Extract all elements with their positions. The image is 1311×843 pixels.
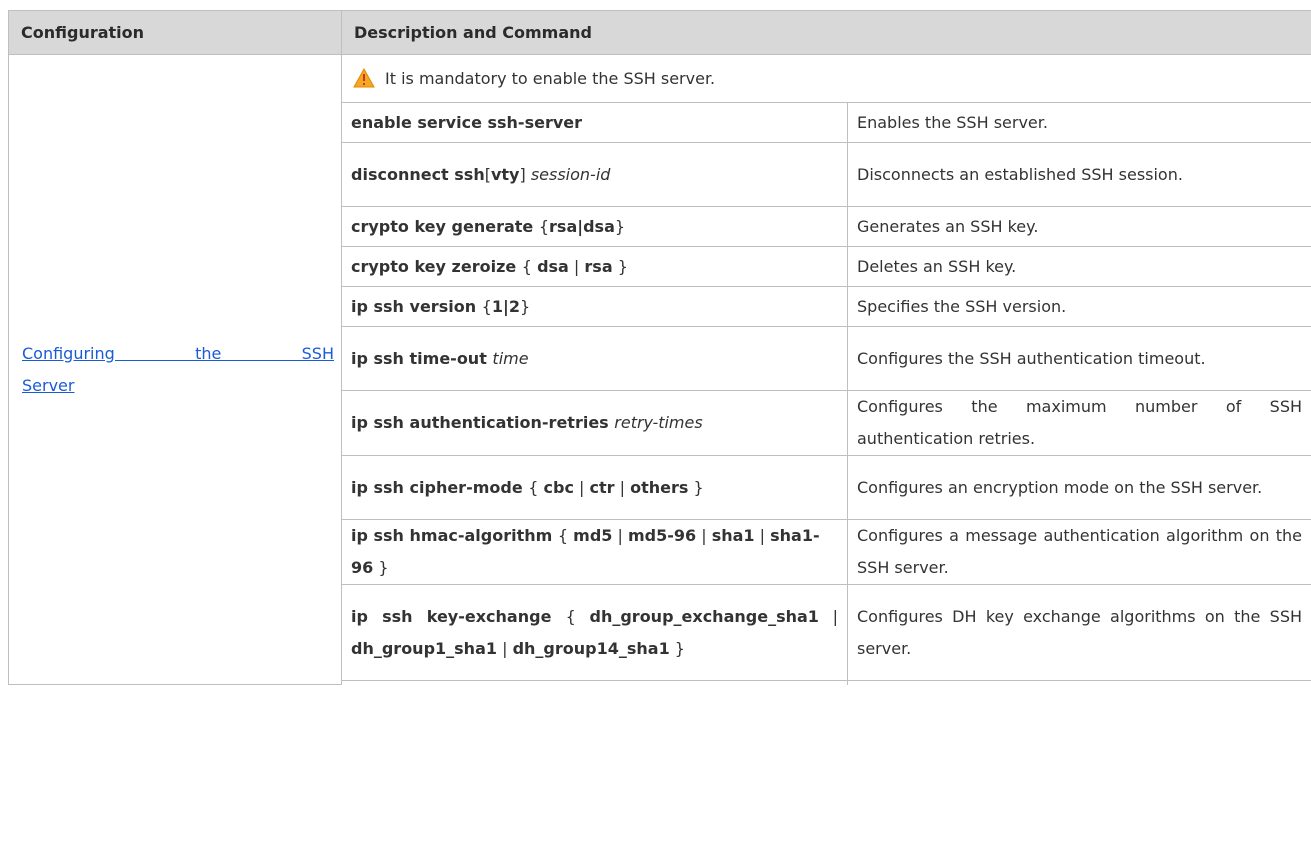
spacer-cell [846, 680, 1311, 685]
note-cell: It is mandatory to enable the SSH server… [340, 54, 1311, 103]
command-cell: ip ssh hmac-algorithm { md5 | md5-96 | s… [341, 519, 848, 585]
description-cell: Specifies the SSH version. [846, 286, 1311, 327]
command-text: } [669, 638, 685, 658]
command-text: | [612, 526, 628, 545]
command-text: ctr [589, 477, 615, 497]
header-description-command: Description and Command [340, 10, 1311, 55]
description-cell: Configures a message authentication algo… [846, 519, 1311, 585]
document-page: Configuration Description and Command Co… [0, 0, 1311, 843]
command-text: { [521, 256, 538, 276]
command-cell: ip ssh time-out time [341, 326, 848, 391]
description-cell: Configures an encryption mode on the SSH… [846, 455, 1311, 520]
command-cell: crypto key generate {rsa|dsa} [341, 206, 848, 247]
description-cell: Configures DH key exchange algorithms on… [846, 584, 1311, 681]
command-text: | [568, 256, 585, 276]
command-text: disconnect ssh [351, 164, 485, 184]
description-cell: Enables the SSH server. [846, 102, 1311, 143]
configuring-ssh-server-link[interactable]: Configuring the SSH Server [22, 338, 334, 402]
command-text: md5 [573, 526, 613, 545]
command-text: md5-96 [627, 526, 697, 545]
command-text: { [565, 606, 590, 626]
command-text: vty [490, 164, 520, 184]
command-text: retry-times [614, 413, 703, 432]
link-line-1: Configuring the SSH [22, 343, 334, 363]
description-cell: Generates an SSH key. [846, 206, 1311, 247]
command-cell: ip ssh key-exchange { dh_group_exchange_… [341, 584, 848, 681]
command-text: ip ssh time-out [351, 348, 493, 368]
command-text: ip ssh authentication-retries [351, 413, 615, 432]
command-text: } [688, 477, 704, 497]
header-configuration: Configuration [8, 10, 342, 55]
description-cell: Deletes an SSH key. [846, 246, 1311, 287]
command-text: ip ssh key-exchange [351, 606, 566, 626]
spacer-cell [341, 680, 848, 685]
command-cell: crypto key zeroize { dsa | rsa } [341, 246, 848, 287]
link-line-2: Server [22, 375, 75, 395]
description-cell: Configures the SSH authentication timeou… [846, 326, 1311, 391]
command-cell: ip ssh version {1|2} [341, 286, 848, 327]
description-cell: Disconnects an established SSH session. [846, 142, 1311, 207]
command-text: dh_group_exchange_sha1 [589, 606, 819, 626]
command-cell: enable service ssh-server [341, 102, 848, 143]
command-text: } [614, 216, 626, 236]
command-text: { [481, 296, 492, 316]
command-text: rsa|dsa [549, 216, 615, 236]
description-cell: Configures the maximum number of SSH aut… [846, 390, 1311, 456]
command-text: others [630, 477, 689, 497]
command-text: cbc [543, 477, 574, 497]
command-text: | [497, 638, 513, 658]
command-text: session-id [530, 164, 611, 184]
command-text: { [528, 477, 544, 497]
configuration-cell: Configuring the SSH Server [8, 54, 342, 685]
command-text: | [696, 526, 712, 545]
command-cell: disconnect ssh[vty] session-id [341, 142, 848, 207]
command-cell: ip ssh cipher-mode { cbc | ctr | others … [341, 455, 848, 520]
command-text: time [492, 348, 529, 368]
command-text: | [573, 477, 590, 497]
command-text: dh_group14_sha1 [512, 638, 670, 658]
command-text: ip ssh hmac-algorithm [351, 526, 558, 545]
command-text: | [614, 477, 631, 497]
warning-icon [353, 67, 375, 88]
command-text: dsa [537, 256, 569, 276]
command-cell: ip ssh authentication-retries retry-time… [341, 390, 848, 456]
command-text: | [754, 526, 771, 545]
command-text: enable service ssh-server [351, 112, 582, 132]
command-text: crypto key generate [351, 216, 539, 236]
command-text: | [818, 606, 838, 626]
command-text: ip ssh cipher-mode [351, 477, 529, 497]
command-text: { [557, 526, 574, 545]
command-text: } [519, 296, 531, 316]
command-text: ip ssh version [351, 296, 482, 316]
command-text: crypto key zeroize [351, 256, 522, 276]
command-text: 1|2 [491, 296, 520, 316]
command-text: } [373, 558, 389, 577]
configuration-table: Configuration Description and Command Co… [8, 10, 1311, 685]
command-text: dh_group1_sha1 [351, 638, 497, 658]
note-text: It is mandatory to enable the SSH server… [385, 68, 716, 88]
command-text: } [612, 256, 628, 276]
command-text: sha1 [711, 526, 755, 545]
command-text: { [538, 216, 550, 236]
command-text: ] [519, 164, 531, 184]
command-text: rsa [584, 256, 613, 276]
